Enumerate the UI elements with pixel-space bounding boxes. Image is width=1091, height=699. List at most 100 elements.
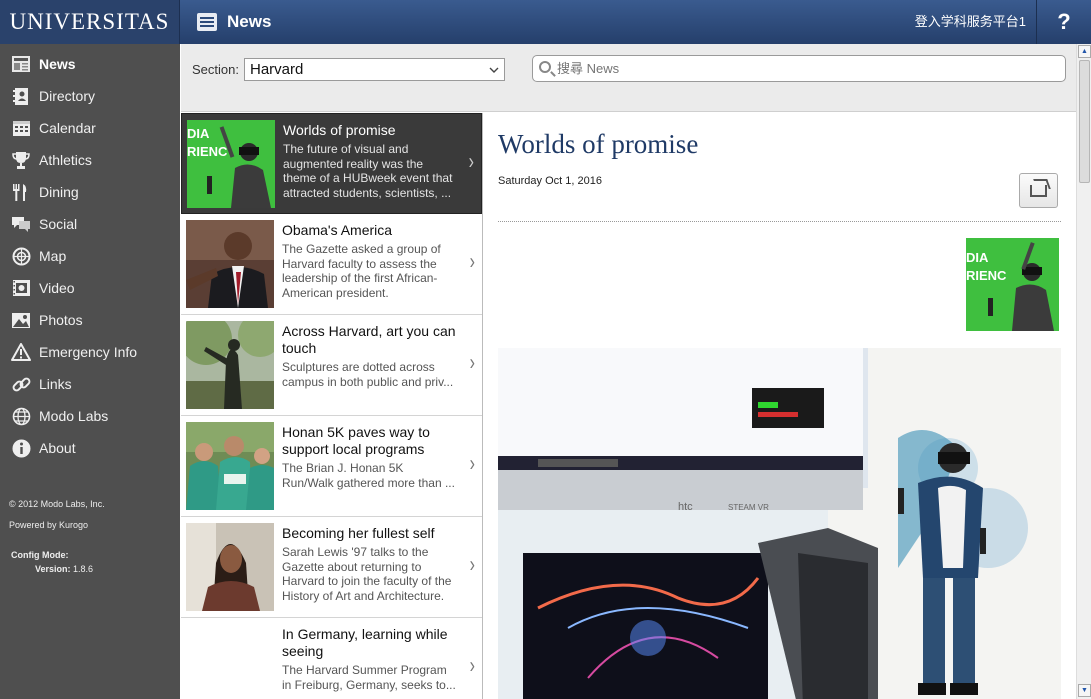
sidebar-item-emergency-info[interactable]: Emergency Info (0, 336, 180, 368)
info-icon (11, 438, 31, 458)
svg-text:DIA: DIA (966, 250, 989, 265)
scroll-down-button[interactable]: ▼ (1078, 684, 1091, 697)
svg-text:STEAM VR: STEAM VR (728, 503, 769, 512)
list-item[interactable]: Becoming her fullest self Sarah Lewis '9… (181, 517, 482, 618)
list-item[interactable]: In Germany, learning while seeing The Ha… (181, 618, 482, 699)
share-button[interactable] (1019, 173, 1058, 208)
sidebar-item-label: Modo Labs (39, 408, 109, 424)
warning-icon (11, 342, 31, 362)
section-label: Section: (192, 62, 239, 77)
sidebar-item-links[interactable]: Links (0, 368, 180, 400)
section-select[interactable]: Harvard (244, 58, 505, 81)
chain-link-icon (11, 374, 31, 394)
sidebar-item-about[interactable]: About (0, 432, 180, 464)
sidebar-item-social[interactable]: Social (0, 208, 180, 240)
sidebar-item-label: Photos (39, 312, 83, 328)
sidebar-item-modo-labs[interactable]: Modo Labs (0, 400, 180, 432)
powered-by-link[interactable]: Powered by Kurogo (9, 515, 105, 536)
sidebar-footer: © 2012 Modo Labs, Inc. Powered by Kurogo (9, 494, 105, 536)
story-thumbnail: DIA RIENC (187, 120, 275, 208)
filter-bar: Section: Harvard (181, 44, 1076, 112)
svg-text:RIENC: RIENC (966, 268, 1007, 283)
divider (498, 221, 1061, 222)
sidebar-item-photos[interactable]: Photos (0, 304, 180, 336)
story-list: DIA RIENC Worlds of promise The future o… (181, 113, 483, 699)
speech-bubble-icon (11, 214, 31, 234)
article-thumbnail: DIA RIENC (966, 238, 1059, 331)
scrollbar[interactable]: ▲ ▼ (1076, 44, 1091, 699)
story-thumbnail (186, 321, 274, 409)
story-title: In Germany, learning while seeing (282, 626, 448, 659)
sidebar-item-label: Links (39, 376, 72, 392)
list-item[interactable]: DIA RIENC Worlds of promise The future o… (181, 113, 482, 214)
sidebar-item-dining[interactable]: Dining (0, 176, 180, 208)
svg-text:DIA: DIA (187, 126, 210, 141)
story-description: Sculptures are dotted across campus in b… (282, 360, 454, 389)
chevron-right-icon: › (469, 250, 475, 275)
chevron-right-icon: › (469, 553, 475, 578)
sidebar-item-label: Directory (39, 88, 96, 104)
chevron-right-icon: › (469, 351, 475, 376)
sidebar-item-label: Dining (39, 184, 79, 200)
chevron-right-icon: › (469, 654, 475, 679)
list-item[interactable]: Obama's America The Gazette asked a grou… (181, 214, 482, 315)
section-value: Harvard (250, 61, 304, 78)
article-photo: htc STEAM VR (498, 348, 1061, 699)
sidebar-item-video[interactable]: Video (0, 272, 180, 304)
story-description: The future of visual and augmented reali… (283, 142, 453, 200)
photo-icon (11, 310, 31, 330)
list-item[interactable]: Across Harvard, art you can touch Sculpt… (181, 315, 482, 416)
chevron-down-icon (489, 59, 499, 89)
story-description: The Gazette asked a group of Harvard fac… (282, 242, 441, 300)
page-title: News (227, 12, 272, 31)
brand-name: UNIVERSITAS (9, 9, 170, 34)
newspaper-icon (197, 13, 217, 31)
sidebar-item-map[interactable]: Map (0, 240, 180, 272)
film-icon (11, 278, 31, 298)
sidebar-item-label: Map (39, 248, 67, 264)
page-header: News (197, 0, 271, 44)
calendar-icon (11, 118, 31, 138)
address-book-icon (11, 86, 31, 106)
sidebar-item-label: Athletics (39, 152, 92, 168)
config-mode-label: Config Mode: (11, 550, 69, 560)
sidebar-item-directory[interactable]: Directory (0, 80, 180, 112)
compass-icon (11, 246, 31, 266)
search-icon (539, 61, 551, 73)
search-input[interactable] (557, 59, 1057, 78)
story-thumbnail (186, 220, 274, 308)
sidebar-item-label: Social (39, 216, 78, 232)
story-title: Worlds of promise (283, 122, 396, 138)
article-date: Saturday Oct 1, 2016 (498, 175, 602, 187)
top-bar: UNIVERSITAS News 登入学科服务平台1 ? (0, 0, 1091, 44)
version-value: 1.8.6 (73, 564, 94, 574)
brand-logo[interactable]: UNIVERSITAS (0, 0, 180, 44)
sidebar-item-label: About (39, 440, 76, 456)
search-box[interactable] (532, 55, 1066, 82)
globe-icon (11, 406, 31, 426)
svg-text:htc: htc (678, 501, 693, 513)
story-description: Sarah Lewis '97 talks to the Gazette abo… (282, 545, 452, 603)
help-button[interactable]: ? (1036, 0, 1091, 44)
sidebar-item-label: Emergency Info (39, 344, 138, 360)
scroll-up-button[interactable]: ▲ (1078, 45, 1091, 58)
story-title: Obama's America (282, 222, 393, 238)
story-title: Across Harvard, art you can touch (282, 323, 456, 356)
story-thumbnail (186, 422, 274, 510)
fork-knife-icon (11, 182, 31, 202)
sidebar-item-calendar[interactable]: Calendar (0, 112, 180, 144)
story-title: Becoming her fullest self (282, 525, 435, 541)
svg-text:RIENC: RIENC (187, 144, 228, 159)
list-item[interactable]: Honan 5K paves way to support local prog… (181, 416, 482, 517)
config-info: Config Mode: Version: 1.8.6 (11, 548, 93, 576)
sidebar-item-news[interactable]: News (0, 48, 180, 80)
sidebar-item-label: Video (39, 280, 75, 296)
chevron-right-icon: › (469, 452, 475, 477)
chevron-right-icon: › (468, 150, 474, 175)
sidebar-item-athletics[interactable]: Athletics (0, 144, 180, 176)
newspaper-icon (11, 54, 31, 74)
scrollbar-thumb[interactable] (1079, 60, 1090, 183)
share-icon (1030, 185, 1047, 197)
login-link[interactable]: 登入学科服务平台1 (915, 0, 1026, 44)
sidebar-item-label: Calendar (39, 120, 96, 136)
